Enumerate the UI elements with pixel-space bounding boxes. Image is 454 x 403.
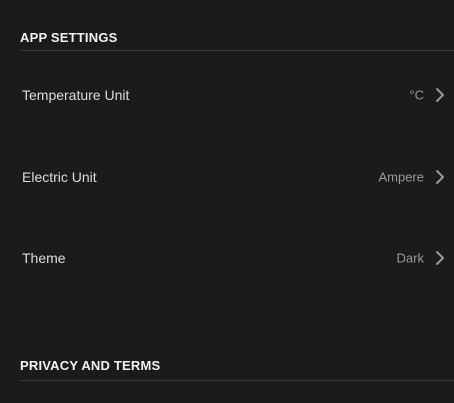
chevron-right-icon — [436, 170, 444, 184]
setting-value: Ampere — [378, 169, 424, 185]
setting-row-electric-unit[interactable]: Electric Unit Ampere — [0, 155, 454, 199]
chevron-right-icon — [436, 251, 444, 265]
setting-row-theme[interactable]: Theme Dark — [0, 236, 454, 280]
setting-value: Dark — [396, 250, 424, 266]
settings-screen: APP SETTINGS Temperature Unit °C Electri… — [0, 0, 454, 403]
setting-label: Theme — [22, 250, 66, 266]
section-divider — [20, 50, 454, 51]
chevron-right-icon — [436, 88, 444, 102]
setting-row-temperature-unit[interactable]: Temperature Unit °C — [0, 73, 454, 117]
setting-value: °C — [409, 87, 424, 103]
section-divider — [20, 380, 454, 381]
setting-label: Electric Unit — [22, 169, 97, 185]
section-header-app-settings: APP SETTINGS — [20, 30, 118, 45]
section-header-privacy-and-terms: PRIVACY AND TERMS — [20, 358, 161, 373]
setting-label: Temperature Unit — [22, 87, 130, 103]
